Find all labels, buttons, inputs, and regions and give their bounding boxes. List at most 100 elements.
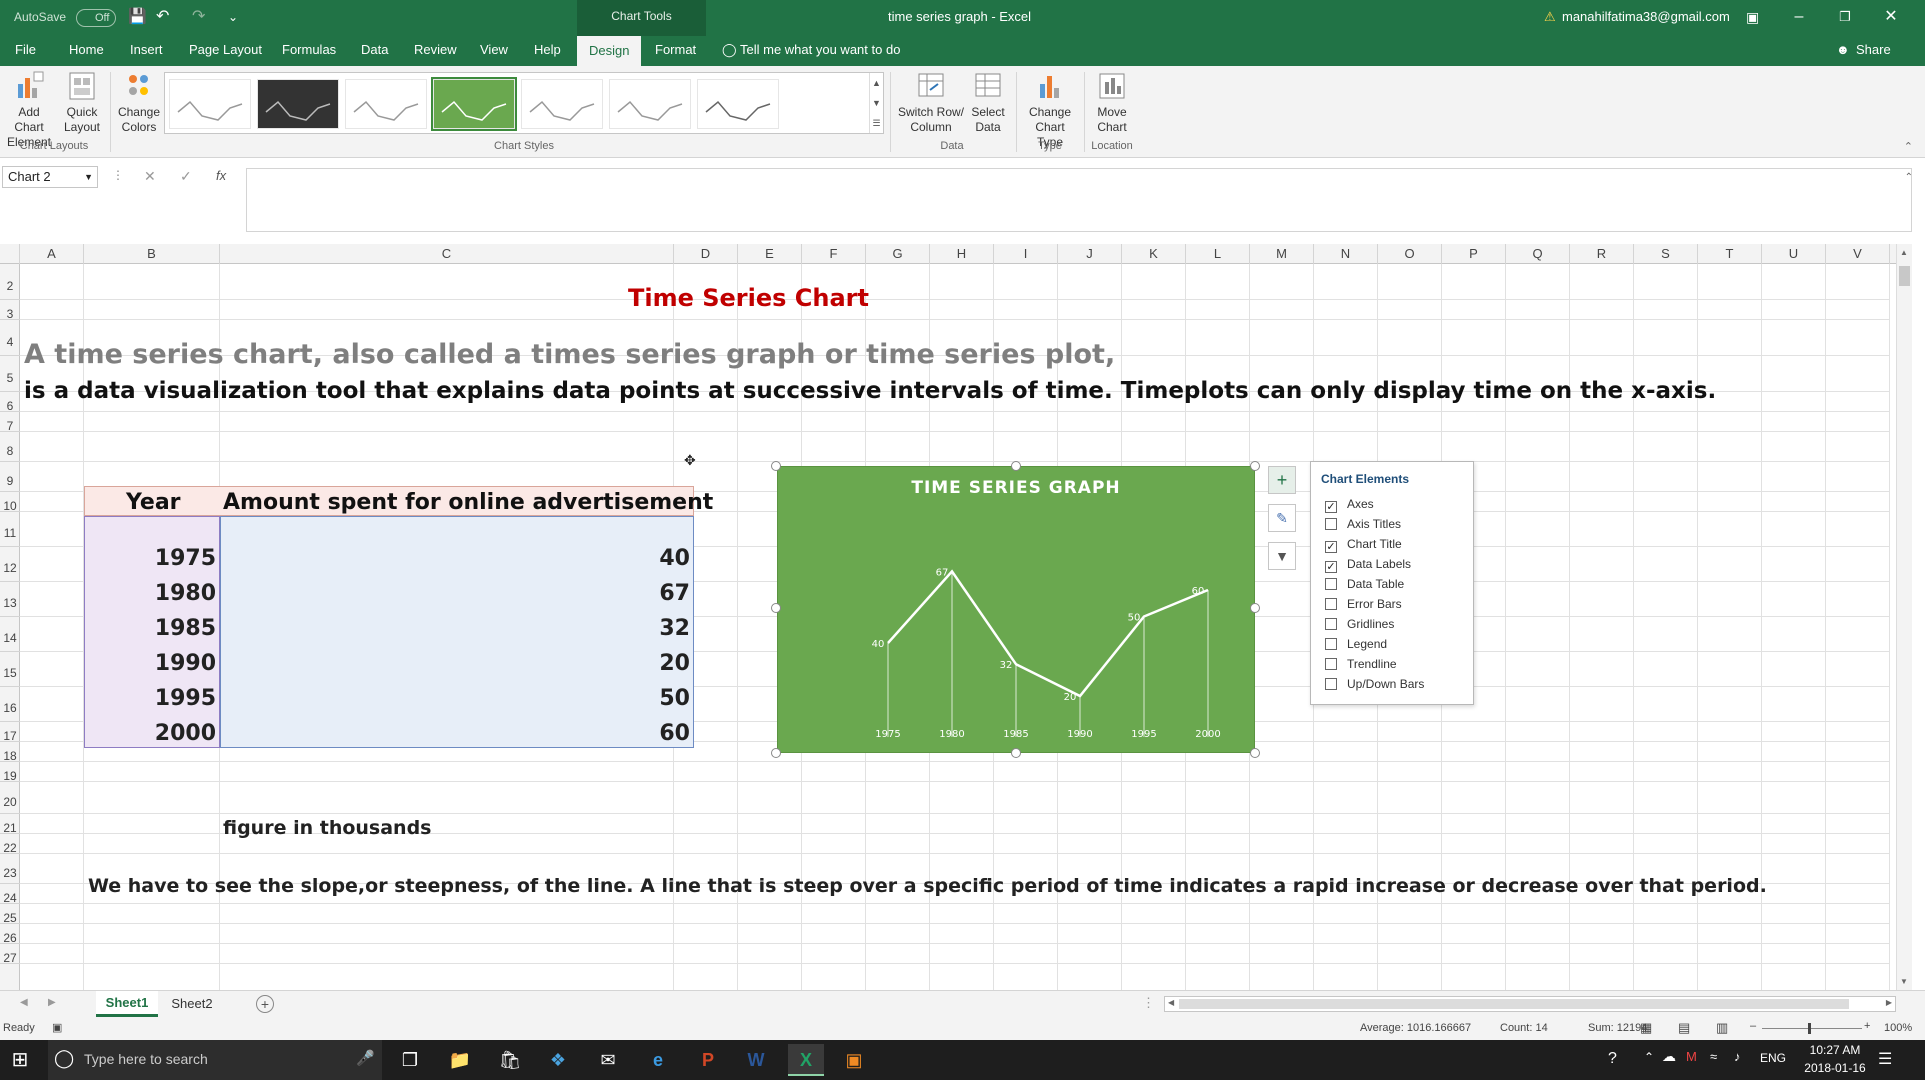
change-colors-button[interactable]: Change Colors xyxy=(114,70,164,135)
minimize-button[interactable]: – xyxy=(1776,0,1822,36)
data-label[interactable]: 67 xyxy=(936,567,949,578)
normal-view-icon[interactable]: ▦ xyxy=(1640,1020,1652,1036)
tab-help[interactable]: Help xyxy=(534,36,561,66)
prev-sheet-icon[interactable]: ◀ xyxy=(20,997,28,1008)
dropbox-icon[interactable]: ❖ xyxy=(540,1044,576,1076)
chart-element-option[interactable]: Axis Titles xyxy=(1325,516,1401,534)
gallery-scroll[interactable]: ▲ ▼ ☰ xyxy=(869,73,883,133)
checkbox-checked[interactable]: ✓ xyxy=(1325,561,1337,573)
tab-format[interactable]: Format xyxy=(655,36,696,66)
amount-cell[interactable]: 67 xyxy=(659,581,690,606)
column-header[interactable]: S xyxy=(1634,244,1698,264)
year-cell[interactable]: 1985 xyxy=(155,616,216,641)
row-header[interactable]: 9 xyxy=(0,462,20,492)
tell-me-search[interactable]: Tell me what you want to do xyxy=(740,36,900,66)
undo-icon[interactable]: ↶ xyxy=(156,0,169,36)
year-cell[interactable]: 2000 xyxy=(155,721,216,746)
chart-styles-gallery[interactable]: ▲ ▼ ☰ xyxy=(164,72,884,134)
chart-element-option[interactable]: Gridlines xyxy=(1325,616,1394,634)
column-header[interactable]: J xyxy=(1058,244,1122,264)
resize-handle[interactable] xyxy=(771,461,781,471)
name-box[interactable]: Chart 2 ▼ xyxy=(2,166,98,188)
clock-date[interactable]: 2018-01-16 xyxy=(1800,1061,1870,1075)
windows-start-icon[interactable]: ⊞ xyxy=(2,1044,38,1076)
row-header[interactable]: 4 xyxy=(0,320,20,356)
excel-icon[interactable]: X xyxy=(788,1044,824,1076)
sheet-tab-active[interactable]: Sheet1 xyxy=(96,991,158,1017)
data-label[interactable]: 50 xyxy=(1128,613,1141,624)
move-chart-button[interactable]: Move Chart xyxy=(1090,70,1134,135)
formula-input[interactable] xyxy=(246,168,1912,232)
tab-insert[interactable]: Insert xyxy=(130,36,163,66)
formula-collapse-icon[interactable]: ⌃ xyxy=(1905,172,1913,183)
data-label[interactable]: 32 xyxy=(1000,660,1013,671)
zoom-slider-thumb[interactable] xyxy=(1808,1023,1811,1034)
column-header[interactable]: H xyxy=(930,244,994,264)
header-amount[interactable]: Amount spent for online advertisement xyxy=(223,490,713,515)
mail-icon[interactable]: ✉ xyxy=(590,1044,626,1076)
app-icon[interactable]: ▣ xyxy=(836,1044,872,1076)
data-label[interactable]: 60 xyxy=(1192,586,1205,597)
onedrive-icon[interactable]: ☁ xyxy=(1662,1048,1676,1065)
taskbar-search[interactable]: ◯ Type here to search 🎤 xyxy=(48,1040,382,1080)
chart-element-option[interactable]: Data Table xyxy=(1325,576,1404,594)
column-header[interactable]: R xyxy=(1570,244,1634,264)
row-header[interactable]: 23 xyxy=(0,854,20,884)
zoom-out-icon[interactable]: – xyxy=(1750,1020,1756,1032)
amount-cell[interactable]: 32 xyxy=(659,616,690,641)
chart-style-4-selected[interactable] xyxy=(431,77,517,131)
chart-filters-button[interactable]: ▼ xyxy=(1268,542,1296,570)
add-chart-element-button[interactable]: Add Chart Element xyxy=(2,70,56,150)
tab-page-layout[interactable]: Page Layout xyxy=(189,36,262,66)
column-header[interactable]: I xyxy=(994,244,1058,264)
column-header[interactable]: L xyxy=(1186,244,1250,264)
add-sheet-icon[interactable]: + xyxy=(256,995,274,1013)
page-layout-view-icon[interactable]: ▤ xyxy=(1678,1020,1690,1036)
chart-style-5[interactable] xyxy=(521,79,603,129)
chart-style-7[interactable] xyxy=(697,79,779,129)
column-header[interactable]: A xyxy=(20,244,84,264)
chart-element-option[interactable]: ✓ Axes xyxy=(1325,496,1374,514)
zoom-slider[interactable] xyxy=(1762,1028,1862,1029)
vertical-scroll-thumb[interactable] xyxy=(1899,266,1910,286)
row-header[interactable]: 17 xyxy=(0,722,20,743)
row-header[interactable]: 22 xyxy=(0,834,20,855)
year-cell[interactable]: 1990 xyxy=(155,651,216,676)
tab-splitter-icon[interactable]: ⋮ xyxy=(1142,995,1155,1011)
resize-handle[interactable] xyxy=(1250,748,1260,758)
vertical-scrollbar[interactable]: ▲ ▼ xyxy=(1896,244,1912,990)
chart-element-option[interactable]: ✓ Data Labels xyxy=(1325,556,1411,574)
powerpoint-icon[interactable]: P xyxy=(690,1044,726,1076)
chart-style-3[interactable] xyxy=(345,79,427,129)
row-header[interactable]: 12 xyxy=(0,547,20,582)
amount-cell[interactable]: 50 xyxy=(659,686,690,711)
help-icon[interactable]: ? xyxy=(1608,1050,1617,1068)
ribbon-display-icon[interactable]: ▣ xyxy=(1746,0,1759,36)
tab-data[interactable]: Data xyxy=(361,36,388,66)
resize-handle[interactable] xyxy=(1250,461,1260,471)
scroll-left-icon[interactable]: ◀ xyxy=(1168,998,1174,1007)
chart-title[interactable]: TIME SERIES GRAPH xyxy=(911,478,1120,498)
horizontal-scroll-thumb[interactable] xyxy=(1179,999,1849,1009)
chart-style-1[interactable] xyxy=(169,79,251,129)
row-header[interactable]: 16 xyxy=(0,687,20,722)
next-sheet-icon[interactable]: ▶ xyxy=(48,997,56,1008)
checkbox-unchecked[interactable] xyxy=(1325,598,1337,610)
amount-cell[interactable]: 40 xyxy=(659,546,690,571)
notifications-icon[interactable]: ☰ xyxy=(1878,1049,1892,1069)
gmail-icon[interactable]: M xyxy=(1686,1049,1697,1064)
switch-row-column-button[interactable]: Switch Row/ Column xyxy=(896,70,966,135)
page-break-view-icon[interactable]: ▥ xyxy=(1716,1020,1728,1036)
column-header[interactable]: O xyxy=(1378,244,1442,264)
microphone-icon[interactable]: 🎤 xyxy=(356,1049,375,1067)
column-header[interactable]: P xyxy=(1442,244,1506,264)
chart-style-2[interactable] xyxy=(257,79,339,129)
row-header[interactable]: 2 xyxy=(0,264,20,300)
tab-view[interactable]: View xyxy=(480,36,508,66)
amount-cell[interactable]: 20 xyxy=(659,651,690,676)
column-header[interactable]: B xyxy=(84,244,220,264)
checkbox-unchecked[interactable] xyxy=(1325,678,1337,690)
scroll-down-icon[interactable]: ▼ xyxy=(1900,977,1908,986)
column-header[interactable]: F xyxy=(802,244,866,264)
row-header[interactable]: 11 xyxy=(0,512,20,547)
